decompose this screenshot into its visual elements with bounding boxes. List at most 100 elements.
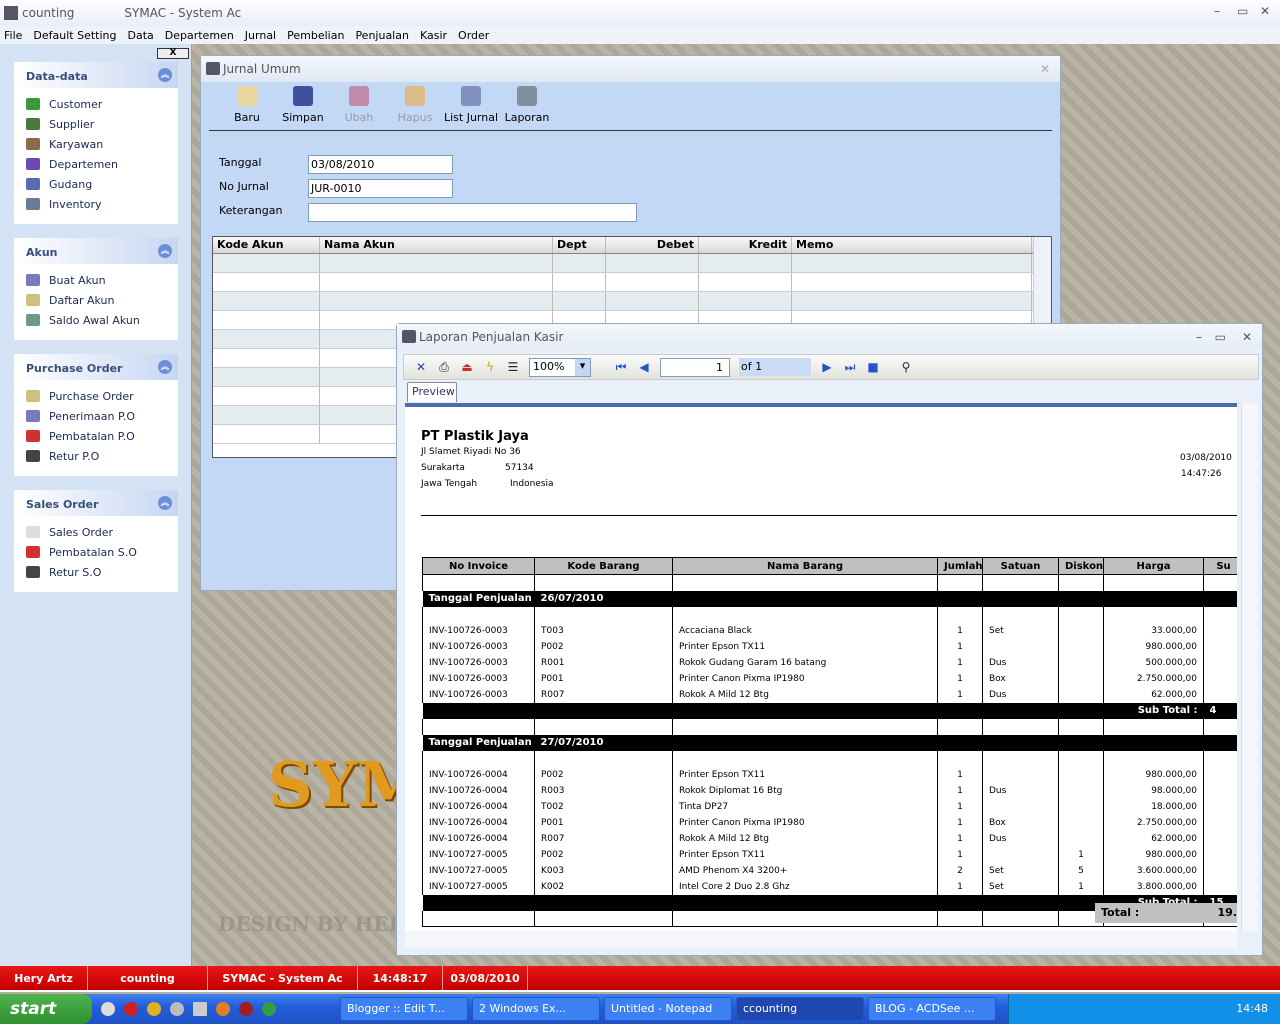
horizontal-scrollbar[interactable] — [405, 931, 1237, 948]
start-button[interactable]: start — [0, 994, 92, 1024]
grid-cell[interactable] — [699, 292, 792, 310]
keterangan-field[interactable] — [308, 203, 637, 222]
grid-cell[interactable] — [213, 311, 320, 329]
minimize-button[interactable]: – — [1214, 4, 1220, 18]
opera-icon[interactable] — [124, 1002, 138, 1016]
close-icon[interactable]: ✕ — [1040, 62, 1050, 76]
grid-cell[interactable] — [606, 254, 699, 272]
grid-row[interactable] — [213, 273, 1051, 292]
baru-button[interactable]: Baru — [219, 82, 275, 130]
tanggal-field[interactable]: 03/08/2010 — [308, 155, 453, 174]
grid-cell[interactable] — [553, 254, 606, 272]
close-button[interactable]: ✕ — [1242, 330, 1252, 344]
menu-kasir[interactable]: Kasir — [420, 29, 447, 42]
restore-button[interactable]: ▭ — [1237, 4, 1248, 18]
sidebar-item-purchase-order[interactable]: Purchase Order — [14, 386, 178, 406]
menu-pembelian[interactable]: Pembelian — [287, 29, 344, 42]
column-header[interactable]: Kode Akun — [213, 237, 320, 253]
menu-departemen[interactable]: Departemen — [165, 29, 234, 42]
app-icon[interactable] — [216, 1002, 230, 1016]
column-header[interactable]: Kredit — [699, 237, 792, 253]
sidebar-item-buat-akun[interactable]: Buat Akun — [14, 270, 178, 290]
grid-cell[interactable] — [213, 273, 320, 291]
grid-cell[interactable] — [792, 292, 1032, 310]
chevron-up-icon[interactable]: ︽ — [158, 244, 172, 258]
grid-cell[interactable] — [213, 387, 320, 405]
menu-jurnal[interactable]: Jurnal — [245, 29, 276, 42]
binoculars-icon[interactable]: ⚲ — [899, 360, 913, 374]
grid-cell[interactable] — [213, 330, 320, 348]
panel-header[interactable]: Purchase Order ︽ — [14, 354, 178, 380]
column-header[interactable]: Nama Akun — [320, 237, 553, 253]
chrome-icon[interactable] — [147, 1002, 161, 1016]
close-report-icon[interactable]: ✕ — [414, 360, 428, 374]
panel-header[interactable]: Akun ︽ — [14, 238, 178, 264]
sidebar-item-retur-s-o[interactable]: Retur S.O — [14, 562, 178, 582]
minimize-button[interactable]: – — [1196, 330, 1202, 344]
grid-cell[interactable] — [213, 349, 320, 367]
sidebar-item-pembatalan-s-o[interactable]: Pembatalan S.O — [14, 542, 178, 562]
grid-cell[interactable] — [792, 254, 1032, 272]
taskbar-item[interactable]: Blogger :: Edit T... — [340, 997, 468, 1021]
prev-page-icon[interactable]: ◀ — [637, 360, 651, 374]
grid-cell[interactable] — [606, 292, 699, 310]
menu-data[interactable]: Data — [128, 29, 154, 42]
sidebar-item-daftar-akun[interactable]: Daftar Akun — [14, 290, 178, 310]
grid-cell[interactable] — [213, 292, 320, 310]
grid-cell[interactable] — [699, 273, 792, 291]
taskbar-item[interactable]: BLOG - ACDSee ... — [868, 997, 996, 1021]
tab-preview[interactable]: Preview — [407, 382, 457, 402]
simpan-button[interactable]: Simpan — [275, 82, 331, 130]
taskbar-item[interactable]: ccounting — [736, 997, 864, 1021]
ubah-button[interactable]: Ubah — [331, 82, 387, 130]
grid-row[interactable] — [213, 292, 1051, 311]
taskbar-item[interactable]: 2 Windows Ex... — [472, 997, 600, 1021]
panel-header[interactable]: Sales Order ︽ — [14, 490, 178, 516]
grid-cell[interactable] — [553, 273, 606, 291]
export-icon[interactable]: ⏏ — [460, 360, 474, 374]
page-input[interactable]: 1 — [660, 357, 730, 377]
menu-default-setting[interactable]: Default Setting — [33, 29, 116, 42]
grid-cell[interactable] — [213, 254, 320, 272]
grid-cell[interactable] — [553, 292, 606, 310]
panel-header[interactable]: Data-data ︽ — [14, 62, 178, 88]
first-page-icon[interactable]: ⏮ — [614, 360, 628, 374]
list-jurnal-button[interactable]: List Jurnal — [443, 82, 499, 130]
menu-file[interactable]: File — [4, 29, 22, 42]
grid-row[interactable] — [213, 254, 1051, 273]
sidebar-close-button[interactable]: X — [157, 48, 189, 59]
laporan-button[interactable]: Laporan — [499, 82, 555, 130]
nojurnal-field[interactable]: JUR-0010 — [308, 179, 453, 198]
taskbar-item[interactable]: Untitled - Notepad — [604, 997, 732, 1021]
chevron-up-icon[interactable]: ︽ — [158, 360, 172, 374]
maximize-button[interactable]: ▭ — [1215, 330, 1226, 344]
sidebar-item-pembatalan-p-o[interactable]: Pembatalan P.O — [14, 426, 178, 446]
vertical-scrollbar[interactable] — [1241, 403, 1258, 931]
grid-cell[interactable] — [699, 254, 792, 272]
sidebar-item-inventory[interactable]: Inventory — [14, 194, 178, 214]
close-button[interactable]: ✕ — [1260, 4, 1270, 18]
sidebar-item-supplier[interactable]: Supplier — [14, 114, 178, 134]
column-header[interactable]: Memo — [792, 237, 1032, 253]
column-header[interactable]: Dept — [553, 237, 606, 253]
sidebar-item-retur-p-o[interactable]: Retur P.O — [14, 446, 178, 466]
sidebar-item-karyawan[interactable]: Karyawan — [14, 134, 178, 154]
app-icon[interactable] — [170, 1002, 184, 1016]
hapus-button[interactable]: Hapus — [387, 82, 443, 130]
grid-cell[interactable] — [213, 425, 320, 443]
notepad-icon[interactable] — [193, 1002, 207, 1016]
last-page-icon[interactable]: ⏭ — [843, 360, 857, 374]
tree-icon[interactable]: ☰ — [506, 360, 520, 374]
chevron-up-icon[interactable]: ︽ — [158, 68, 172, 82]
app-icon[interactable] — [262, 1002, 276, 1016]
sidebar-item-customer[interactable]: Customer — [14, 94, 178, 114]
zoom-select[interactable]: 100% — [529, 357, 591, 377]
sidebar-item-penerimaan-p-o[interactable]: Penerimaan P.O — [14, 406, 178, 426]
sidebar-item-departemen[interactable]: Departemen — [14, 154, 178, 174]
next-page-icon[interactable]: ▶ — [820, 360, 834, 374]
grid-cell[interactable] — [320, 254, 553, 272]
menu-penjualan[interactable]: Penjualan — [355, 29, 409, 42]
lightning-icon[interactable]: ϟ — [483, 360, 497, 374]
print-icon[interactable]: ⎙ — [437, 360, 451, 374]
chevron-up-icon[interactable]: ︽ — [158, 496, 172, 510]
